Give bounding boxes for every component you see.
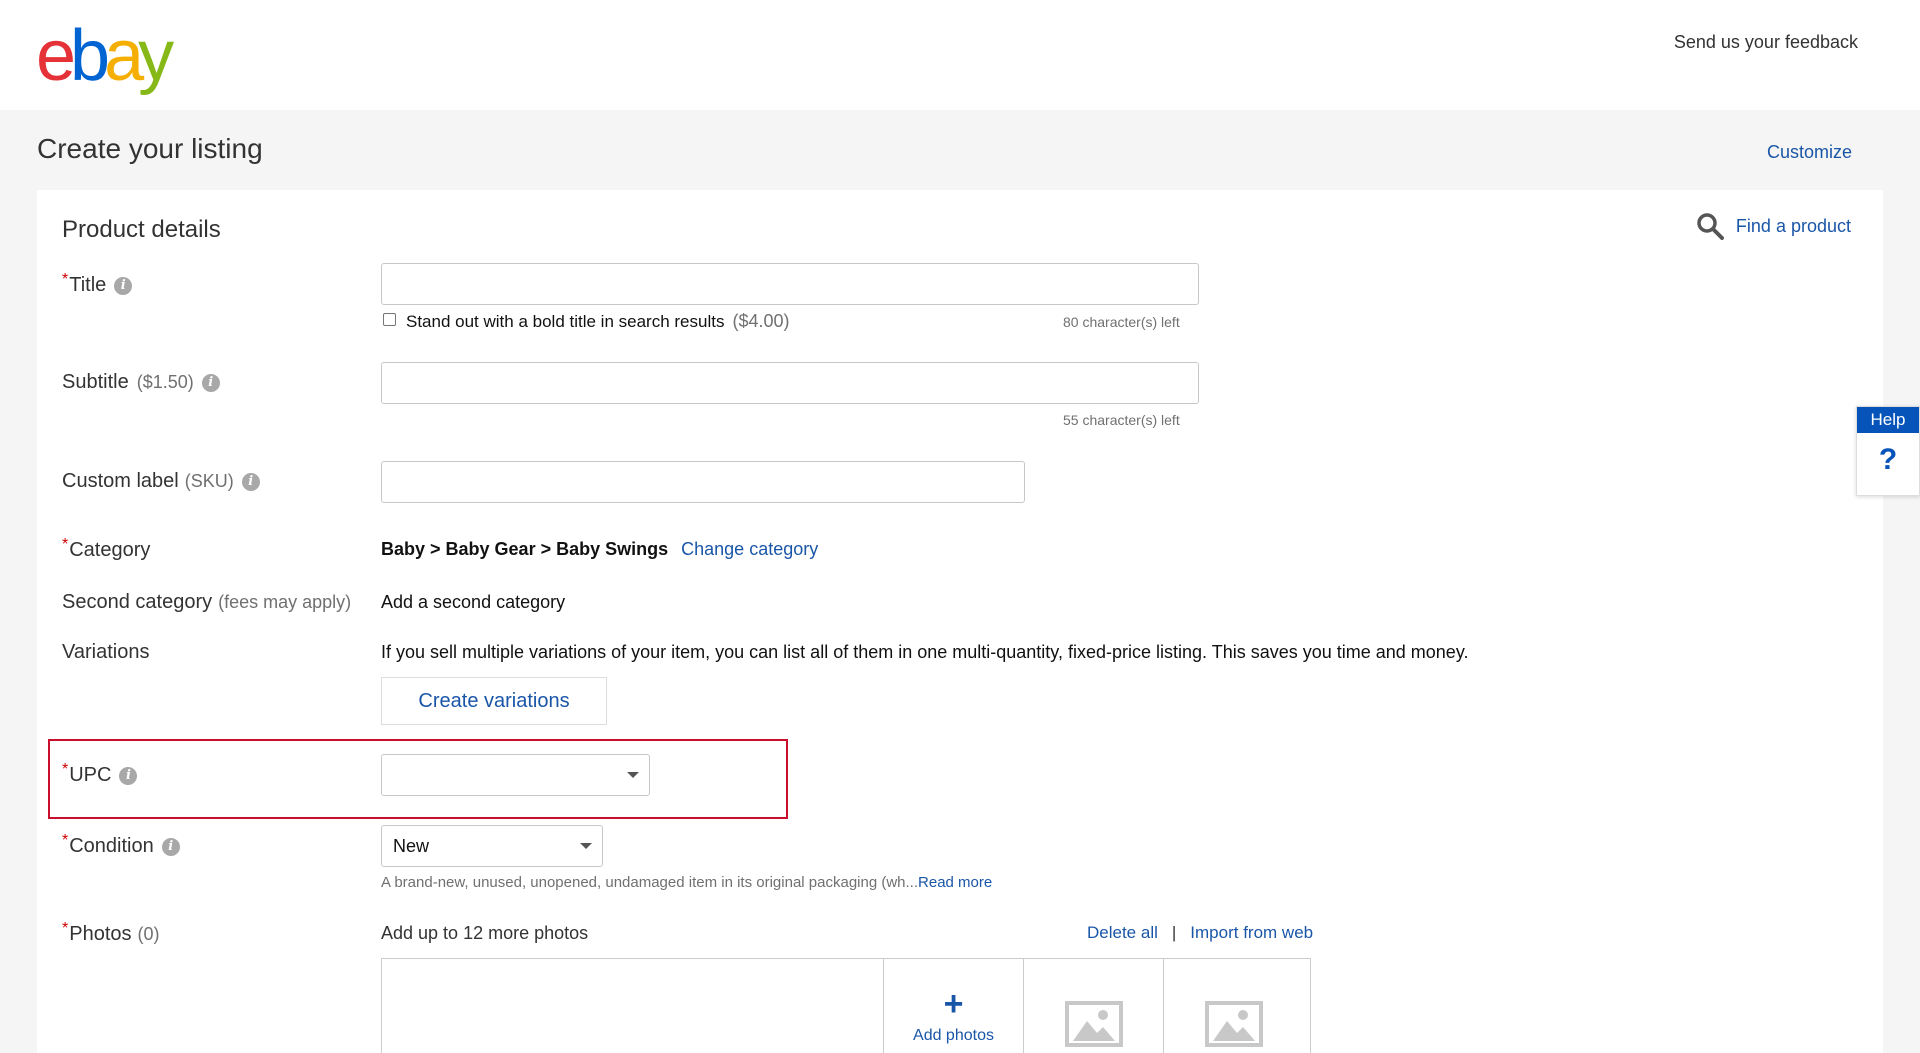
search-icon — [1697, 213, 1724, 240]
delete-all-link[interactable]: Delete all — [1087, 923, 1158, 943]
subtitle-input[interactable] — [381, 362, 1199, 404]
add-photos-label: Add photos — [913, 1027, 994, 1044]
photos-hint: Add up to 12 more photos — [381, 923, 589, 943]
site-header: ebay Send us your feedback — [0, 0, 1920, 110]
bold-title-price: ($4.00) — [732, 311, 790, 331]
bold-title-checkbox[interactable] — [383, 313, 396, 326]
photo-upload-area[interactable]: + Add photos — [381, 958, 1311, 1053]
section-title: Product details — [62, 216, 221, 243]
photos-label: * Photos (0) — [62, 919, 160, 946]
sku-input[interactable] — [381, 461, 1025, 503]
photo-slot[interactable] — [1163, 959, 1303, 1053]
import-from-web-link[interactable]: Import from web — [1190, 923, 1313, 943]
title-chars-left: 80 character(s) left — [1063, 314, 1180, 330]
required-mark: * — [62, 535, 69, 553]
find-product-label: Find a product — [1735, 215, 1851, 236]
bold-title-option[interactable]: Stand out with a bold title in search re… — [383, 311, 790, 332]
customize-link[interactable]: Customize — [1767, 142, 1852, 163]
ebay-logo[interactable]: ebay — [36, 20, 174, 92]
category-label: * Category — [62, 535, 151, 562]
find-product-link[interactable]: Find a product — [1696, 212, 1851, 240]
custom-label-label: Custom label (SKU) i — [62, 470, 260, 493]
read-more-link[interactable]: Read more — [918, 874, 992, 891]
chevron-down-icon — [627, 772, 639, 778]
photo-actions: Delete all | Import from web — [1087, 923, 1313, 943]
condition-description: A brand-new, unused, unopened, undamaged… — [381, 874, 993, 891]
title-input[interactable] — [381, 263, 1199, 305]
help-question-icon: ? — [1878, 443, 1898, 476]
condition-value: New — [393, 835, 430, 856]
product-details-panel: Product details Find a product * Title i… — [37, 190, 1883, 1053]
condition-label: * Condition i — [62, 831, 180, 858]
image-placeholder-icon — [1204, 1001, 1263, 1047]
chevron-down-icon — [580, 843, 592, 849]
feedback-link[interactable]: Send us your feedback — [1674, 32, 1858, 53]
info-icon[interactable]: i — [119, 766, 138, 785]
bold-title-label: Stand out with a bold title in search re… — [406, 311, 725, 331]
change-category-link[interactable]: Change category — [681, 539, 818, 559]
upc-dropdown[interactable] — [381, 754, 650, 796]
help-widget[interactable]: Help ? — [1856, 406, 1920, 496]
help-label: Help — [1857, 407, 1919, 433]
required-mark: * — [62, 919, 69, 937]
variations-description: If you sell multiple variations of your … — [381, 642, 1469, 662]
upc-label: * UPC i — [62, 760, 138, 787]
second-category-label: Second category (fees may apply) — [62, 591, 352, 613]
info-icon[interactable]: i — [114, 276, 133, 295]
subtitle-label: Subtitle ($1.50) i — [62, 371, 220, 394]
image-placeholder-icon — [1064, 1001, 1123, 1047]
subtitle-chars-left: 55 character(s) left — [1063, 412, 1180, 428]
add-photos-button[interactable]: + Add photos — [883, 959, 1023, 1053]
create-variations-button[interactable]: Create variations — [381, 677, 607, 725]
info-icon[interactable]: i — [161, 837, 180, 856]
category-path: Baby > Baby Gear > Baby Swings Change ca… — [381, 539, 819, 559]
page-title: Create your listing — [37, 133, 263, 164]
separator: | — [1171, 923, 1177, 942]
add-second-category-link[interactable]: Add a second category — [381, 592, 565, 613]
title-label: * Title i — [62, 270, 133, 297]
required-mark: * — [62, 760, 69, 778]
required-mark: * — [62, 270, 69, 288]
plus-icon: + — [943, 985, 964, 1023]
variations-label: Variations — [62, 641, 150, 663]
condition-dropdown[interactable]: New — [381, 825, 603, 867]
info-icon[interactable]: i — [201, 373, 220, 392]
photo-slot[interactable] — [1023, 959, 1163, 1053]
required-mark: * — [62, 831, 69, 849]
info-icon[interactable]: i — [241, 472, 260, 491]
